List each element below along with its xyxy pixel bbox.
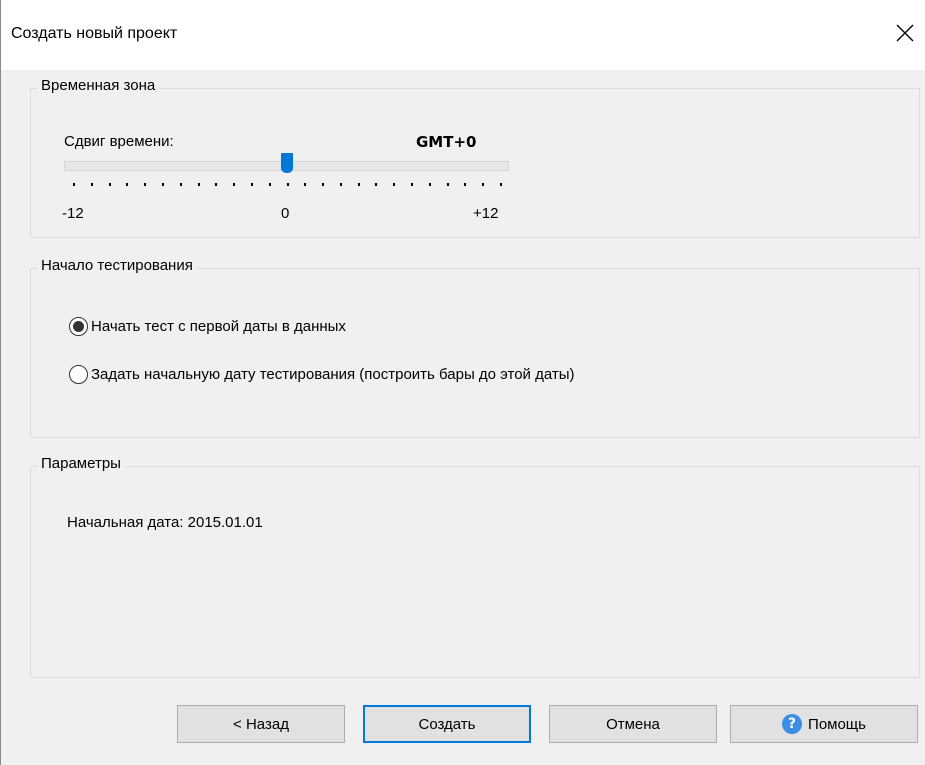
time-shift-slider-thumb[interactable] [280,153,293,173]
slider-tick [428,183,431,186]
window-title: Создать новый проект [11,25,178,42]
slider-tick [144,183,147,186]
slider-tick [161,183,164,186]
back-button-label: < Назад [233,715,289,733]
time-shift-value: GMT+0 [416,133,477,151]
slider-tick [339,183,342,186]
slider-tick [304,183,307,186]
radio-button[interactable] [69,317,88,336]
radio-option-label: Задать начальную дату тестирования (пост… [91,366,575,383]
slider-tick [357,183,360,186]
slider-tick [464,183,467,186]
slider-tick [268,183,271,186]
radio-option-first-date[interactable]: Начать тест с первой даты в данных [69,317,346,336]
radio-option-custom-date[interactable]: Задать начальную дату тестирования (пост… [69,365,575,384]
cancel-button-label: Отмена [606,715,660,733]
slider-ticks [64,183,509,187]
start-testing-group: Начало тестирования Начать тест с первой… [30,257,920,438]
timezone-group: Временная зона Сдвиг времени: GMT+0 -12 … [30,77,920,238]
start-testing-legend: Начало тестирования [37,257,197,274]
slider-tick [482,183,485,186]
slider-tick [446,183,449,186]
slider-tick [375,183,378,186]
tick-label-mid: 0 [281,205,290,222]
slider-tick [250,183,253,186]
slider-tick [411,183,414,186]
cancel-button[interactable]: Отмена [549,705,717,743]
time-shift-label: Сдвиг времени: [64,133,174,150]
create-button[interactable]: Создать [363,705,531,743]
slider-tick [233,183,236,186]
parameters-legend: Параметры [37,455,125,472]
radio-button[interactable] [69,365,88,384]
back-button[interactable]: < Назад [177,705,345,743]
help-icon: ? [782,714,803,734]
slider-tick [500,183,502,186]
create-button-label: Создать [418,715,476,733]
start-date-text: Начальная дата: 2015.01.01 [67,514,263,531]
tick-label-max: +12 [473,205,499,222]
slider-tick [197,183,200,186]
help-button-label: Помощь [808,715,866,733]
timezone-legend: Временная зона [37,77,160,94]
parameters-group: Параметры Начальная дата: 2015.01.01 [30,455,920,678]
slider-tick [73,183,75,186]
help-button[interactable]: ? Помощь [730,705,918,743]
slider-tick [322,183,325,186]
title-bar: Создать новый проект [1,0,925,70]
slider-tick [215,183,218,186]
slider-tick [393,183,396,186]
slider-tick [126,183,129,186]
radio-selected-dot [73,321,84,332]
close-icon [896,24,914,42]
slider-tick [286,183,289,186]
close-button[interactable] [890,18,920,48]
slider-tick [179,183,182,186]
slider-tick [90,183,93,186]
radio-option-label: Начать тест с первой даты в данных [91,318,346,335]
slider-tick [108,183,111,186]
tick-label-min: -12 [62,205,84,222]
create-project-dialog: Создать новый проект Временная зона Сдви… [0,0,925,765]
